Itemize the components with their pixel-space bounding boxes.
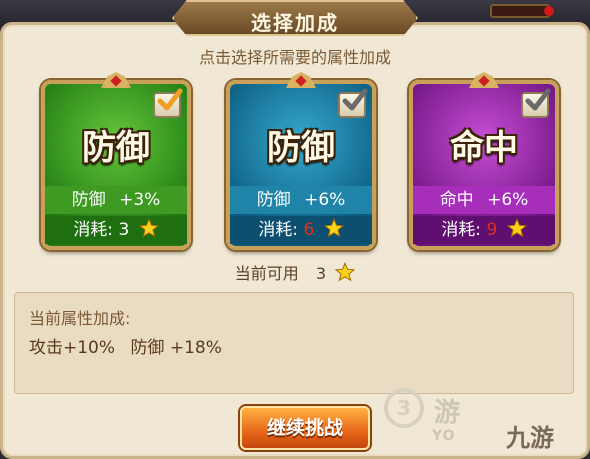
checkbox[interactable]	[153, 88, 183, 118]
star-icon	[506, 218, 527, 238]
card-stat: 命中 +6%	[413, 186, 555, 214]
current-bonus-label: 当前属性加成:	[29, 309, 131, 328]
card-title: 命中	[450, 128, 518, 168]
current-bonus-values: 攻击+10% 防御 +18%	[29, 333, 232, 358]
available-count: 3	[315, 264, 327, 283]
card-title: 防御	[82, 128, 150, 168]
stat-label: 防御	[256, 190, 291, 210]
checkmark-icon	[525, 88, 551, 111]
watermark-text: 游	[434, 398, 461, 428]
current-bonus-box: 当前属性加成: 攻击+10% 防御 +18%	[14, 292, 574, 394]
red-gem-icon	[544, 6, 554, 16]
card-stat: 防御 +3%	[45, 186, 187, 214]
star-icon	[138, 218, 159, 238]
bonus-card-2[interactable]: 防御 防御 +6% 消耗: 6	[226, 72, 376, 250]
watermark-text: 九游	[506, 424, 554, 452]
cost-label: 消耗:	[258, 220, 299, 240]
checkbox[interactable]	[521, 88, 551, 118]
card-title: 防御	[267, 128, 335, 168]
available-stars: 当前可用 3	[0, 260, 590, 284]
continue-challenge-button[interactable]: 继续挑战	[240, 406, 370, 450]
top-decoration	[490, 4, 550, 18]
stat-label: 防御	[71, 190, 106, 210]
bonus-card-3[interactable]: 命中 命中 +6% 消耗: 9	[409, 72, 559, 250]
card-cost: 消耗: 9	[413, 216, 555, 244]
page-title: 选择加成	[251, 11, 339, 35]
title-plaque: 选择加成	[172, 0, 418, 36]
cost-value: 3	[118, 220, 130, 240]
card-cost: 消耗: 3	[45, 216, 187, 244]
stat-value: +3%	[119, 190, 161, 210]
stat-value: +6%	[304, 190, 346, 210]
bonus-card-1[interactable]: 防御 防御 +3% 消耗: 3	[41, 72, 191, 250]
card-stat: 防御 +6%	[230, 186, 372, 214]
bonus-item: 攻击+10%	[29, 338, 116, 358]
available-label: 当前可用	[234, 264, 299, 283]
cost-value: 9	[486, 220, 498, 240]
checkmark-icon	[157, 88, 183, 111]
cost-label: 消耗:	[441, 220, 482, 240]
checkbox[interactable]	[338, 88, 368, 118]
star-icon	[323, 218, 344, 238]
watermark-text: YO	[432, 428, 456, 444]
cost-label: 消耗:	[73, 220, 114, 240]
bonus-item: 防御 +18%	[130, 338, 222, 358]
watermark-logo-icon: 3	[384, 388, 424, 428]
checkmark-icon	[342, 88, 368, 111]
card-cost: 消耗: 6	[230, 216, 372, 244]
star-icon	[335, 262, 356, 282]
cost-value: 6	[303, 220, 315, 240]
stat-label: 命中	[439, 190, 474, 210]
stat-value: +6%	[487, 190, 529, 210]
instruction-text: 点击选择所需要的属性加成	[198, 48, 391, 67]
